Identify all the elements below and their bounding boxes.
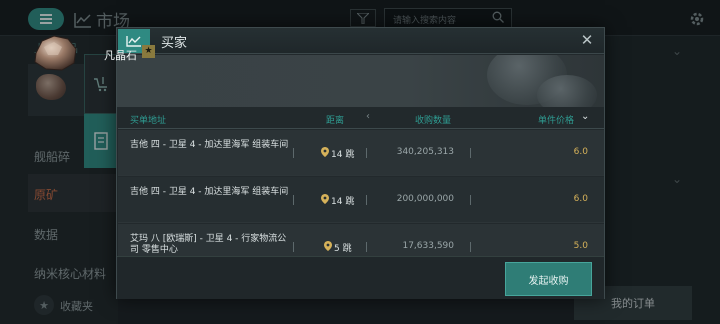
table-row[interactable]: 吉他 四 - 卫星 4 - 加达里海军 组装车间 14 跳 340,205,31…	[118, 130, 604, 176]
unit-price: 6.0	[573, 147, 588, 157]
dialog-title: 买家	[161, 36, 188, 51]
order-quantity: 340,205,313	[396, 147, 454, 157]
column-header-quantity[interactable]: 收购数量	[415, 113, 451, 126]
divider	[470, 148, 471, 158]
unit-price: 6.0	[573, 194, 588, 204]
ore-icon	[34, 35, 77, 71]
chevron-down-icon[interactable]: ⌄	[581, 111, 589, 122]
station-name: 吉他 四 - 卫星 4 - 加达里海军 组装车间	[130, 187, 289, 197]
table-row[interactable]: 吉他 四 - 卫星 4 - 加达里海军 组装车间 14 跳 200,000,00…	[118, 177, 604, 223]
order-quantity: 17,633,590	[402, 241, 454, 251]
column-header-price[interactable]: 单件价格	[538, 113, 574, 126]
unit-price: 5.0	[573, 241, 588, 251]
order-quantity: 200,000,000	[396, 194, 454, 204]
divider	[470, 195, 471, 205]
divider	[293, 195, 294, 205]
close-icon[interactable]: ✕	[579, 32, 595, 48]
column-header-station: 买单地址	[130, 116, 167, 126]
header-divider	[118, 128, 604, 129]
dialog-header: 买家 ✕	[117, 28, 604, 54]
divider	[470, 242, 471, 252]
divider	[293, 242, 294, 252]
decorative-ore-background	[537, 75, 597, 107]
item-banner	[117, 55, 604, 107]
column-header-distance[interactable]: 距离	[326, 113, 344, 126]
table-row[interactable]: 艾玛 八 [欧瑞斯] - 卫星 4 - 行家物流公司 零售中心 5 跳 17,6…	[118, 224, 604, 256]
item-name: 凡晶石	[104, 49, 137, 62]
station-name: 艾玛 八 [欧瑞斯] - 卫星 4 - 行家物流公司 零售中心	[130, 234, 287, 255]
chevron-left-icon[interactable]: ‹	[366, 111, 370, 122]
create-buy-order-button[interactable]: 发起收购	[505, 262, 592, 296]
buyer-order-list[interactable]: 吉他 四 - 卫星 4 - 加达里海军 组装车间 14 跳 340,205,31…	[118, 130, 604, 256]
station-name: 吉他 四 - 卫星 4 - 加达里海军 组装车间	[130, 140, 289, 150]
divider	[293, 148, 294, 158]
star-icon[interactable]: ★	[142, 45, 155, 58]
